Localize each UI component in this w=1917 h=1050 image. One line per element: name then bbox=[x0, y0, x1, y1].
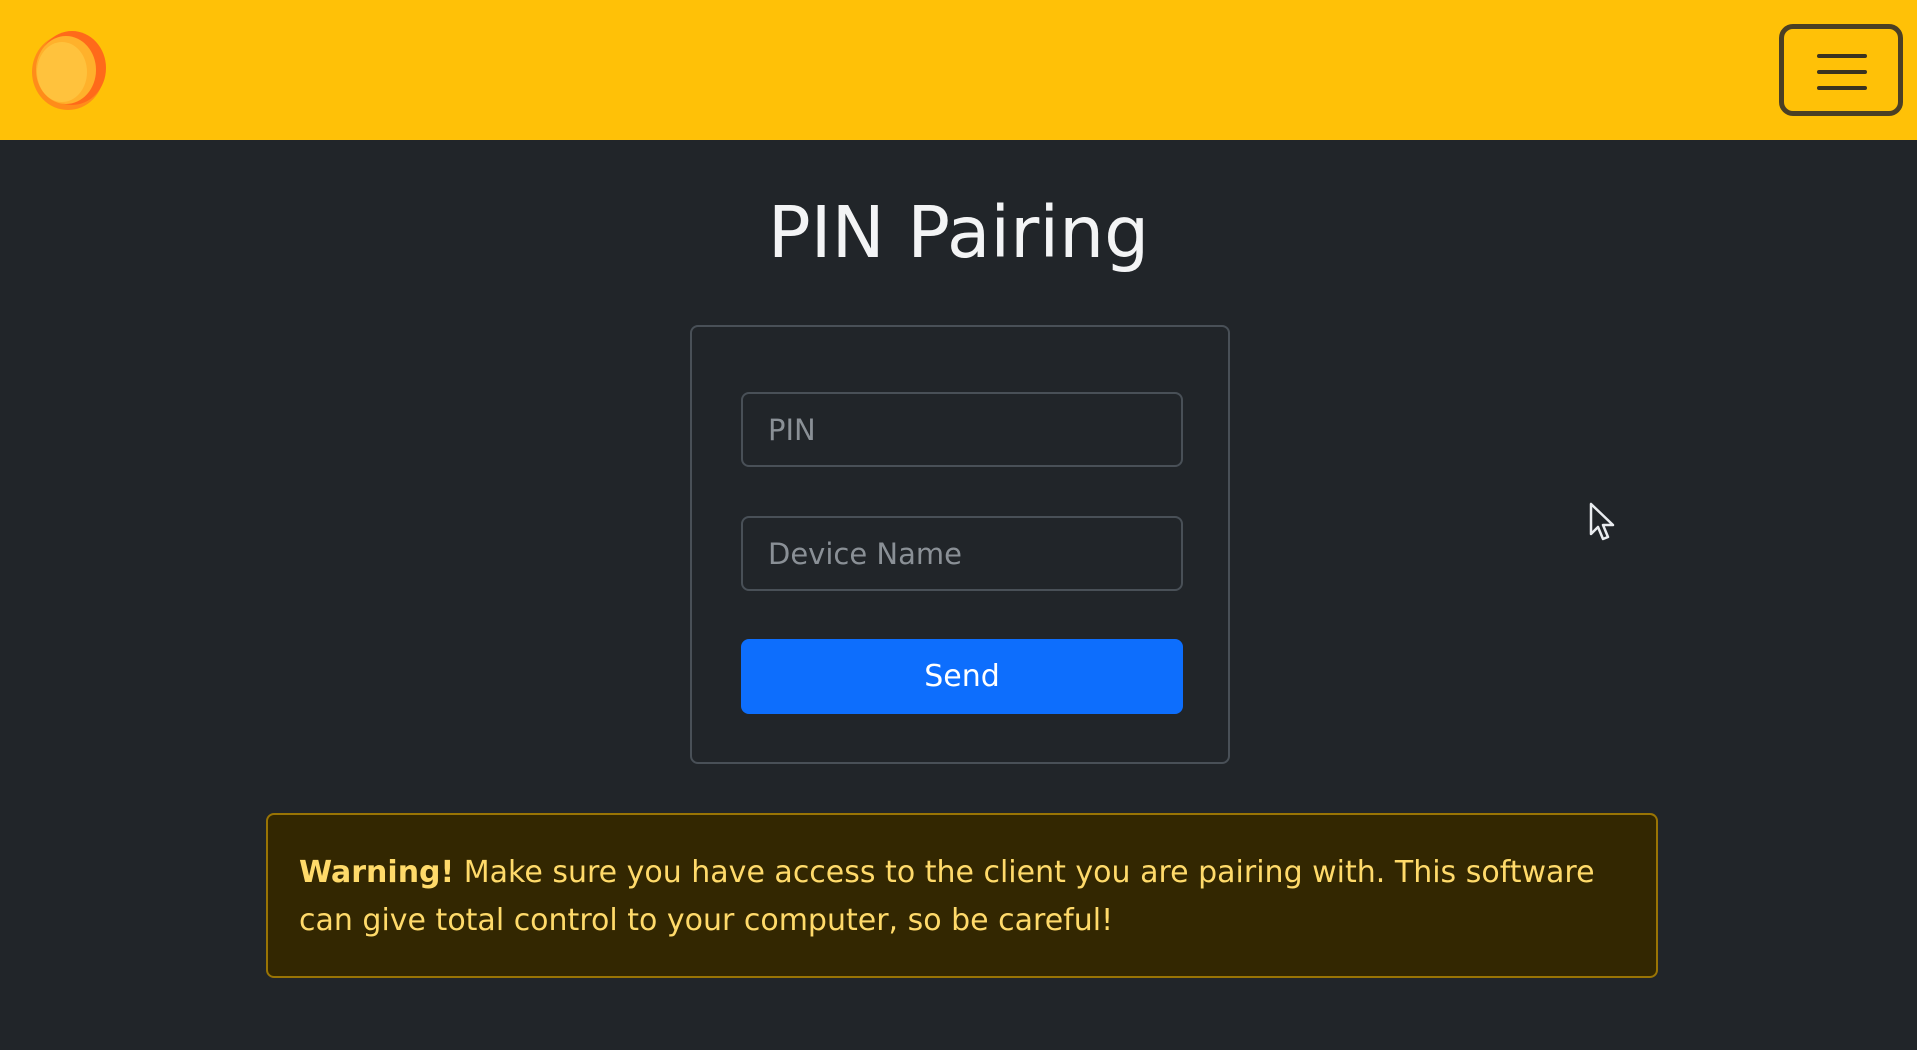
warning-message: Make sure you have access to the client … bbox=[299, 855, 1595, 938]
warning-alert: Warning! Make sure you have access to th… bbox=[266, 813, 1658, 978]
page-title: PIN Pairing bbox=[767, 191, 1150, 274]
hamburger-menu-button[interactable] bbox=[1779, 24, 1903, 116]
navbar bbox=[0, 0, 1917, 140]
send-button[interactable]: Send bbox=[741, 639, 1183, 714]
orange-ring-logo[interactable] bbox=[26, 24, 114, 114]
pairing-form-card: Send bbox=[690, 325, 1230, 764]
warning-label: Warning! bbox=[299, 855, 455, 890]
device-name-input[interactable] bbox=[741, 516, 1183, 591]
pin-input[interactable] bbox=[741, 392, 1183, 467]
mouse-cursor-icon bbox=[1589, 502, 1615, 541]
